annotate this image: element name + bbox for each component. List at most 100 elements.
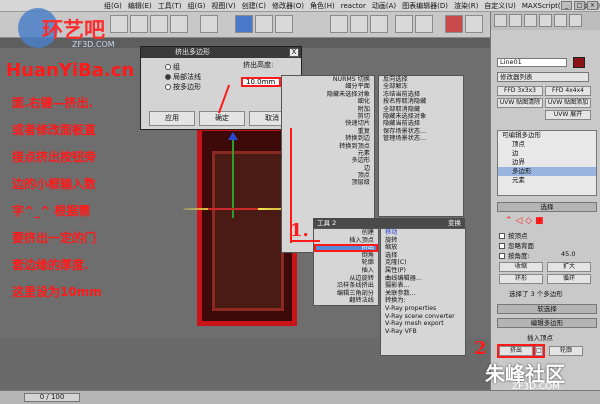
- link-icon[interactable]: [150, 15, 168, 33]
- dialog-close-icon[interactable]: X: [289, 48, 299, 57]
- menu-item-quad-right[interactable]: 按名称取消隐藏: [379, 98, 463, 105]
- menu-item-quad-top[interactable]: 顶层级: [282, 179, 374, 186]
- stack-item[interactable]: 可编辑多边形: [498, 131, 596, 140]
- menu-item[interactable]: 修改器(O): [272, 1, 304, 11]
- gizmo-z-arrow-icon[interactable]: [228, 132, 238, 140]
- extrude-height-input[interactable]: 10.0mm: [241, 77, 281, 87]
- hierarchy-tab-icon[interactable]: [524, 14, 537, 27]
- gizmo-y-axis[interactable]: [232, 138, 234, 218]
- menu-item-quad-top[interactable]: 转换到边: [282, 135, 374, 142]
- menu-item[interactable]: 渲染(R): [454, 1, 478, 11]
- menu-item[interactable]: 组(G): [104, 1, 122, 11]
- loop-button[interactable]: 循环: [547, 274, 591, 284]
- menu-item-quad-top[interactable]: 转换到顶点: [282, 143, 374, 150]
- stack-item[interactable]: 多边形: [498, 167, 596, 176]
- snap-icon[interactable]: [330, 15, 348, 33]
- radio-group[interactable]: 组: [165, 62, 180, 72]
- mirror-icon[interactable]: [395, 15, 413, 33]
- radio-local-normal[interactable]: 局部法线: [165, 72, 201, 82]
- menu-item-quad-br[interactable]: 缩放: [381, 244, 465, 252]
- menu-item-quad-br[interactable]: 克隆(C): [381, 259, 465, 267]
- menu-item-quad-top[interactable]: 快速切片: [282, 120, 374, 127]
- grow-button[interactable]: 扩大: [547, 262, 591, 272]
- menu-item-quad-bl[interactable]: 插入: [314, 267, 378, 275]
- menu-item-quad-top[interactable]: 多边形: [282, 157, 374, 164]
- menu-item-quad-right[interactable]: 全部取消隐藏: [379, 106, 463, 113]
- menu-item[interactable]: 编辑(E): [128, 1, 152, 11]
- select-icon[interactable]: [200, 15, 218, 33]
- uvw-unwrap-button[interactable]: UVW 展开: [545, 110, 591, 120]
- material-editor-icon[interactable]: [445, 15, 463, 33]
- soft-selection-rollout[interactable]: 软选择: [497, 304, 597, 314]
- menu-item-quad-top[interactable]: 细分平面: [282, 83, 374, 90]
- menu-item-quad-bl[interactable]: 创建: [314, 229, 378, 237]
- close-icon[interactable]: ×: [587, 1, 598, 10]
- minimize-icon[interactable]: _: [561, 1, 572, 10]
- ffd444-button[interactable]: FFD 4x4x4: [545, 86, 591, 96]
- create-tab-icon[interactable]: [494, 14, 507, 27]
- selection-rollout[interactable]: 选择: [497, 202, 597, 212]
- extrude-settings-button[interactable]: □: [533, 344, 545, 358]
- menu-item-quad-top[interactable]: 附加: [282, 106, 374, 113]
- unlink-icon[interactable]: [170, 15, 188, 33]
- menu-item-quad-bl[interactable]: 沿样条线挤出: [314, 282, 378, 290]
- by-angle-checkbox[interactable]: 按角度:: [499, 250, 530, 260]
- menu-item-quad-br[interactable]: 转换为:: [381, 297, 465, 305]
- uvw-clear-button[interactable]: UVW 贴图清除: [497, 98, 543, 108]
- angle-snap-icon[interactable]: [350, 15, 368, 33]
- object-color-swatch[interactable]: [573, 57, 585, 68]
- ok-button[interactable]: 确定: [199, 111, 245, 126]
- scale-icon[interactable]: [275, 15, 293, 33]
- menu-item-quad-right[interactable]: 隐藏当前选择: [379, 120, 463, 127]
- angle-value[interactable]: 45.0: [561, 250, 575, 258]
- render-icon[interactable]: [465, 15, 483, 33]
- display-tab-icon[interactable]: [554, 14, 567, 27]
- move-icon[interactable]: [235, 15, 253, 33]
- ffd333-button[interactable]: FFD 3x3x3: [497, 86, 543, 96]
- selection-level-icons[interactable]: ⌃ ◁ ◇ ■: [505, 216, 543, 226]
- radio-by-polygon[interactable]: 按多边形: [165, 82, 201, 92]
- menu-item-quad-top[interactable]: 边: [282, 165, 374, 172]
- menu-item-quad-top[interactable]: 细化: [282, 98, 374, 105]
- menu-item[interactable]: 动画(A): [372, 1, 396, 11]
- menu-item-quad-bl[interactable]: 轮廓: [314, 259, 378, 267]
- rotate-icon[interactable]: [255, 15, 273, 33]
- menu-item-quad-right[interactable]: 全部解冻: [379, 83, 463, 90]
- menu-item-quad-br[interactable]: 移动: [381, 229, 465, 237]
- insert-vertex-button[interactable]: 插入顶点: [527, 332, 553, 342]
- menu-item[interactable]: 创建(C): [242, 1, 266, 11]
- menu-item-quad-br[interactable]: V-Ray mesh export: [381, 320, 465, 328]
- modifier-list-dropdown[interactable]: 修改器列表: [497, 72, 589, 82]
- menu-item[interactable]: 工具(T): [158, 1, 182, 11]
- extrude-button[interactable]: 挤出: [497, 344, 535, 358]
- menu-item-quad-bl[interactable]: 翻转法线: [314, 297, 378, 305]
- menu-item-quad-br[interactable]: V-Ray VFB: [381, 328, 465, 336]
- maximize-icon[interactable]: □: [574, 1, 585, 10]
- menu-item[interactable]: 角色(H): [310, 1, 335, 11]
- menu-item-quad-bl[interactable]: 挤出: [314, 244, 378, 252]
- undo-icon[interactable]: [110, 15, 128, 33]
- apply-button[interactable]: 应用: [149, 111, 195, 126]
- menu-item[interactable]: 自定义(U): [484, 1, 516, 11]
- edit-polygons-rollout[interactable]: 编辑多边形: [497, 318, 597, 328]
- radio-dot[interactable]: [165, 64, 171, 70]
- redo-icon[interactable]: [130, 15, 148, 33]
- menu-item-quad-br[interactable]: V-Ray scene converter: [381, 313, 465, 321]
- uvw-add-button[interactable]: UVW 贴图添加: [545, 98, 591, 108]
- menu-item[interactable]: 图表编辑器(D): [402, 1, 448, 11]
- ignore-backfacing-checkbox[interactable]: 忽略背面: [499, 240, 534, 250]
- percent-snap-icon[interactable]: [370, 15, 388, 33]
- shrink-button[interactable]: 收缩: [499, 262, 543, 272]
- menu-item-quad-br[interactable]: V-Ray properties: [381, 305, 465, 313]
- stack-item[interactable]: 边界: [498, 158, 596, 167]
- menu-item-quad-br[interactable]: 属性(P): [381, 267, 465, 275]
- stack-item[interactable]: 元素: [498, 176, 596, 185]
- modify-tab-icon[interactable]: [509, 14, 522, 27]
- radio-dot[interactable]: [165, 74, 171, 80]
- menu-item[interactable]: 组(G): [188, 1, 206, 11]
- menu-item-quad-br[interactable]: 摄影表...: [381, 282, 465, 290]
- radio-dot[interactable]: [165, 84, 171, 90]
- menu-item-quad-right[interactable]: 管理场景状态...: [379, 135, 463, 142]
- align-icon[interactable]: [415, 15, 433, 33]
- stack-item[interactable]: 边: [498, 149, 596, 158]
